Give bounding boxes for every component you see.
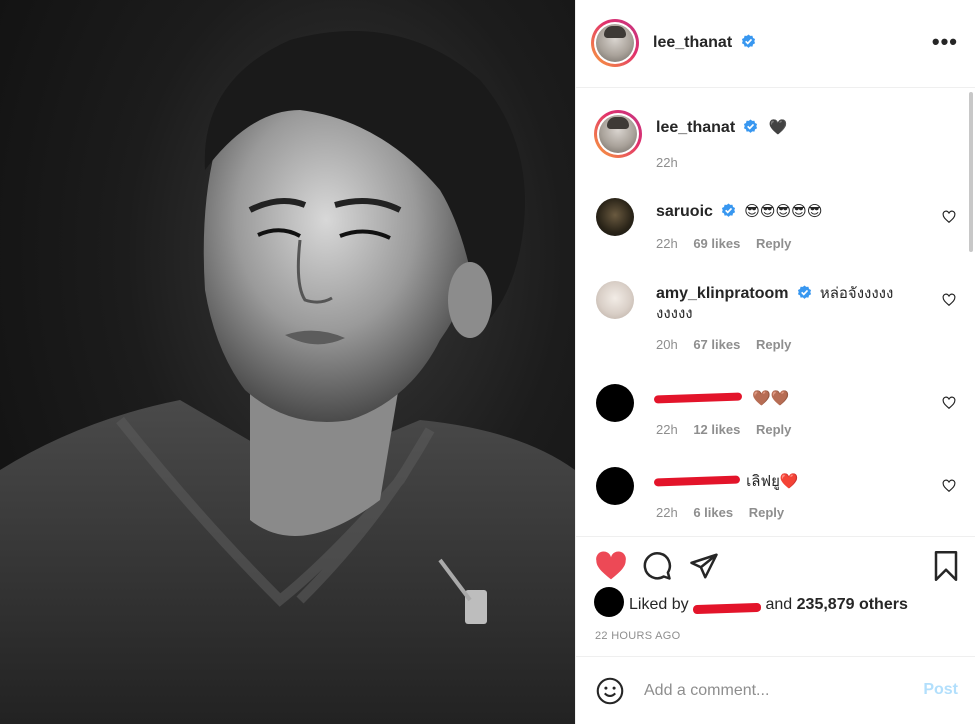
more-options-button[interactable]: ••• (932, 31, 958, 53)
comment-like-icon[interactable] (942, 210, 956, 224)
caption-text-row: lee_thanat 🖤 (656, 117, 924, 138)
comment-text-row: amy_klinpratoom หล่อจังงงงง งงงงง (656, 284, 924, 324)
comment-like-icon[interactable] (942, 479, 956, 493)
caption-text: 🖤 (768, 118, 788, 136)
verified-badge-icon (722, 203, 736, 217)
comment-meta: 20h 67 likes Reply (656, 337, 803, 352)
liked-by-and: and (765, 596, 793, 613)
liked-by-prefix: Liked by (629, 596, 689, 613)
like-heart-icon[interactable] (595, 551, 627, 581)
comment-username[interactable]: saruoic (656, 203, 713, 220)
commenter-avatar-redacted[interactable] (596, 384, 634, 422)
reply-button[interactable]: Reply (756, 422, 791, 437)
comment-time: 20h (656, 337, 678, 352)
commenter-avatar[interactable] (596, 198, 634, 236)
comments-scrollbar[interactable] (969, 92, 973, 252)
comment-text-row: saruoic 😎😎😎😎😎 (656, 201, 924, 222)
commenter-avatar-redacted[interactable] (596, 467, 634, 505)
comment-username[interactable]: amy_klinpratoom (656, 285, 788, 302)
comment-time: 22h (656, 505, 678, 520)
comment-item: amy_klinpratoom หล่อจังงงงง งงงงง 20h 67… (594, 281, 964, 361)
author-name-row: lee_thanat (653, 34, 756, 52)
comment-icon[interactable] (642, 551, 672, 581)
caption-time: 22h (656, 155, 678, 170)
caption-username[interactable]: lee_thanat (656, 119, 735, 136)
comment-like-icon[interactable] (942, 396, 956, 410)
author-username[interactable]: lee_thanat (653, 34, 732, 51)
comment-text: เลิฟยู❤️ (746, 473, 799, 490)
comment-meta: 22h 69 likes Reply (656, 236, 803, 251)
commenter-avatar[interactable] (596, 281, 634, 319)
caption-meta: 22h (656, 155, 690, 170)
comment-item: เลิฟยู❤️ 22h 6 likes Reply (594, 467, 964, 527)
comment-meta: 22h 12 likes Reply (656, 422, 803, 437)
comment-text: 😎😎😎😎😎 (744, 202, 823, 220)
reply-button[interactable]: Reply (756, 337, 791, 352)
add-comment-input[interactable] (642, 677, 906, 705)
author-avatar[interactable] (591, 19, 639, 67)
liker-avatar-redacted[interactable] (594, 587, 624, 617)
add-comment-bar: Post (576, 656, 975, 724)
post-header: lee_thanat ••• (576, 0, 975, 88)
comment-text: หล่อจังงงงง (819, 285, 894, 302)
verified-badge-icon (744, 119, 758, 133)
post-photo[interactable] (0, 0, 575, 724)
comment-text: 🤎🤎 (752, 389, 790, 407)
comment-likes[interactable]: 69 likes (693, 236, 740, 251)
verified-badge-icon (741, 34, 755, 48)
caption: lee_thanat 🖤 22h (594, 110, 964, 180)
comment-item: saruoic 😎😎😎😎😎 22h 69 likes Reply (594, 198, 964, 258)
liked-by-text: Liked by and 235,879 others (629, 595, 908, 614)
comment-likes[interactable]: 67 likes (693, 337, 740, 352)
comment-time: 22h (656, 422, 678, 437)
avatar-photo (599, 115, 637, 153)
post-detail-panel: lee_thanat ••• lee_thanat 🖤 22h saruoic … (575, 0, 975, 724)
bookmark-save-icon[interactable] (933, 551, 959, 581)
comment-likes[interactable]: 12 likes (693, 422, 740, 437)
share-send-icon[interactable] (689, 551, 719, 581)
comment-like-icon[interactable] (942, 293, 956, 307)
likes-count[interactable]: 235,879 others (797, 596, 908, 613)
comment-likes[interactable]: 6 likes (693, 505, 733, 520)
caption-avatar[interactable] (594, 110, 642, 158)
comment-time: 22h (656, 236, 678, 251)
avatar-photo (596, 24, 634, 62)
reply-button[interactable]: Reply (756, 236, 791, 251)
comments-list[interactable]: lee_thanat 🖤 22h saruoic 😎😎😎😎😎 22h 69 li… (576, 88, 975, 536)
comment-meta: 22h 6 likes Reply (656, 505, 796, 520)
post-comment-button[interactable]: Post (923, 681, 958, 699)
emoji-smiley-icon[interactable] (596, 677, 624, 705)
verified-badge-icon (797, 285, 811, 299)
comment-text-continued: งงงงง (656, 305, 693, 322)
post-timestamp[interactable]: 22 HOURS AGO (595, 630, 681, 642)
portrait-illustration (0, 31, 575, 724)
post-actions: Liked by and 235,879 others 22 HOURS AGO (576, 536, 975, 656)
reply-button[interactable]: Reply (749, 505, 784, 520)
comment-item: 🤎🤎 22h 12 likes Reply (594, 384, 964, 444)
